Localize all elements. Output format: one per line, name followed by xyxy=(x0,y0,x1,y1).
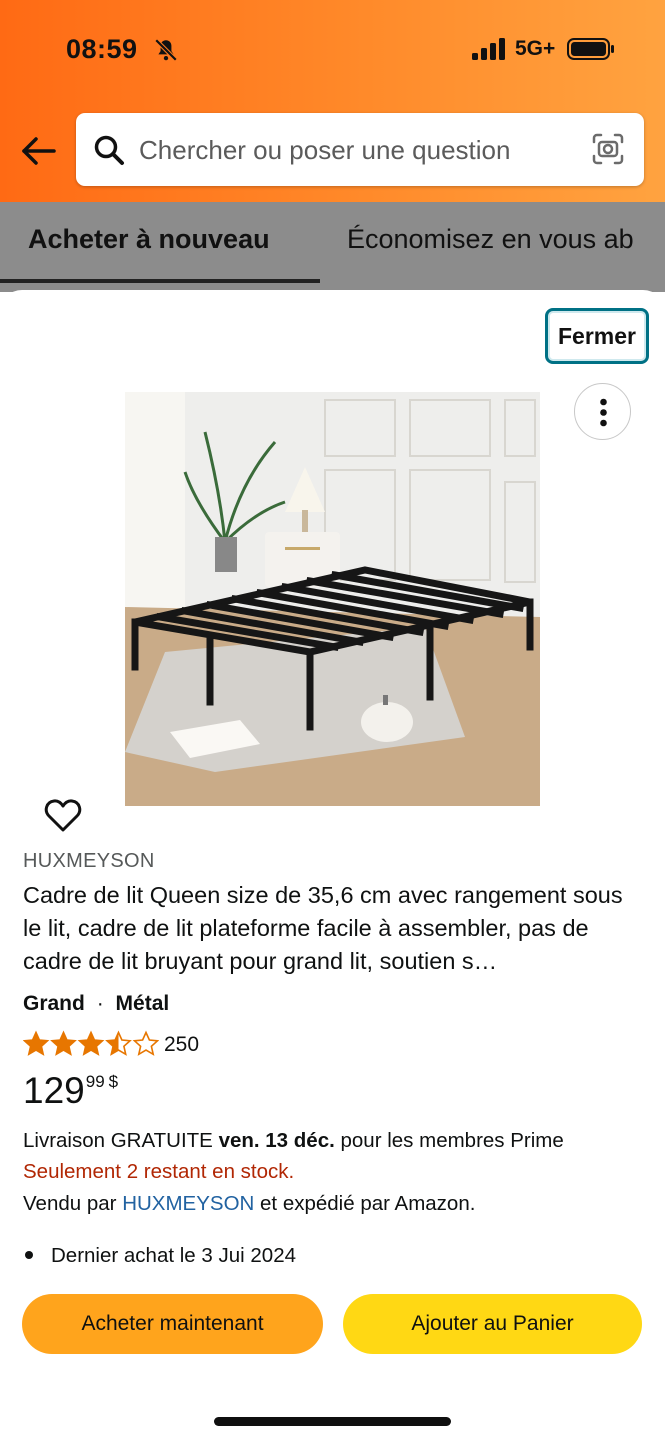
rating-count[interactable]: 250 xyxy=(164,1033,199,1057)
product-image[interactable] xyxy=(125,392,540,806)
seller-info: Vendu par HUXMEYSON et expédié par Amazo… xyxy=(23,1192,475,1216)
camera-lens-icon[interactable] xyxy=(591,132,625,166)
star-icon xyxy=(23,1030,50,1056)
delivery-info: Livraison GRATUITE ven. 13 déc. pour les… xyxy=(23,1129,564,1153)
bell-slash-icon xyxy=(154,38,178,62)
search-input[interactable] xyxy=(139,133,559,167)
star-icon xyxy=(132,1030,159,1056)
star-icon xyxy=(50,1030,77,1056)
price-whole: 129 xyxy=(23,1070,85,1111)
product-price: 12999 $ xyxy=(23,1070,118,1112)
signal-bars-icon xyxy=(472,38,505,60)
variant-separator: · xyxy=(96,992,104,1015)
status-time: 08:59 xyxy=(66,34,138,64)
price-currency: $ xyxy=(108,1072,119,1091)
product-title[interactable]: Cadre de lit Queen size de 35,6 cm avec … xyxy=(23,879,643,978)
last-purchase: Dernier achat le 3 Jui 2024 xyxy=(25,1244,296,1268)
last-purchase-text: Dernier achat le 3 Jui 2024 xyxy=(51,1244,297,1267)
star-rating[interactable] xyxy=(23,1030,159,1058)
delivery-date: ven. 13 déc. xyxy=(218,1129,335,1152)
product-brand: HUXMEYSON xyxy=(23,850,155,872)
delivery-prefix: Livraison GRATUITE xyxy=(23,1129,213,1152)
vertical-ellipsis-icon xyxy=(600,398,607,427)
heart-outline-icon[interactable] xyxy=(44,797,82,833)
close-button[interactable]: Fermer xyxy=(545,308,649,364)
price-cents: 99 xyxy=(85,1072,105,1091)
sold-by-suffix: et expédié par Amazon. xyxy=(260,1192,476,1215)
home-indicator[interactable] xyxy=(214,1417,451,1426)
product-variant: Grand · Métal xyxy=(23,992,169,1016)
stock-warning: Seulement 2 restant en stock. xyxy=(23,1160,295,1183)
variant-material: Métal xyxy=(115,992,170,1015)
variant-size: Grand xyxy=(23,992,85,1015)
arrow-left-icon[interactable] xyxy=(20,136,56,166)
sold-by-prefix: Vendu par xyxy=(23,1192,117,1215)
search-bar[interactable] xyxy=(76,113,644,186)
tab-buy-again[interactable]: Acheter à nouveau xyxy=(28,224,270,255)
star-icon xyxy=(77,1030,105,1056)
network-type: 5G+ xyxy=(515,37,556,60)
magnifier-icon xyxy=(94,135,124,165)
more-options-button[interactable] xyxy=(574,383,631,440)
add-to-cart-button[interactable]: Ajouter au Panier xyxy=(343,1294,642,1354)
tab-subscribe-save[interactable]: Économisez en vous ab xyxy=(347,224,634,255)
bullet-icon xyxy=(25,1251,33,1259)
seller-link[interactable]: HUXMEYSON xyxy=(122,1192,254,1215)
star-icon xyxy=(105,1030,132,1056)
battery-icon xyxy=(567,38,614,60)
delivery-suffix: pour les membres Prime xyxy=(340,1129,564,1152)
buy-now-button[interactable]: Acheter maintenant xyxy=(22,1294,323,1354)
app-header: 08:59 5G+ xyxy=(0,0,665,202)
active-tab-indicator xyxy=(0,279,320,283)
